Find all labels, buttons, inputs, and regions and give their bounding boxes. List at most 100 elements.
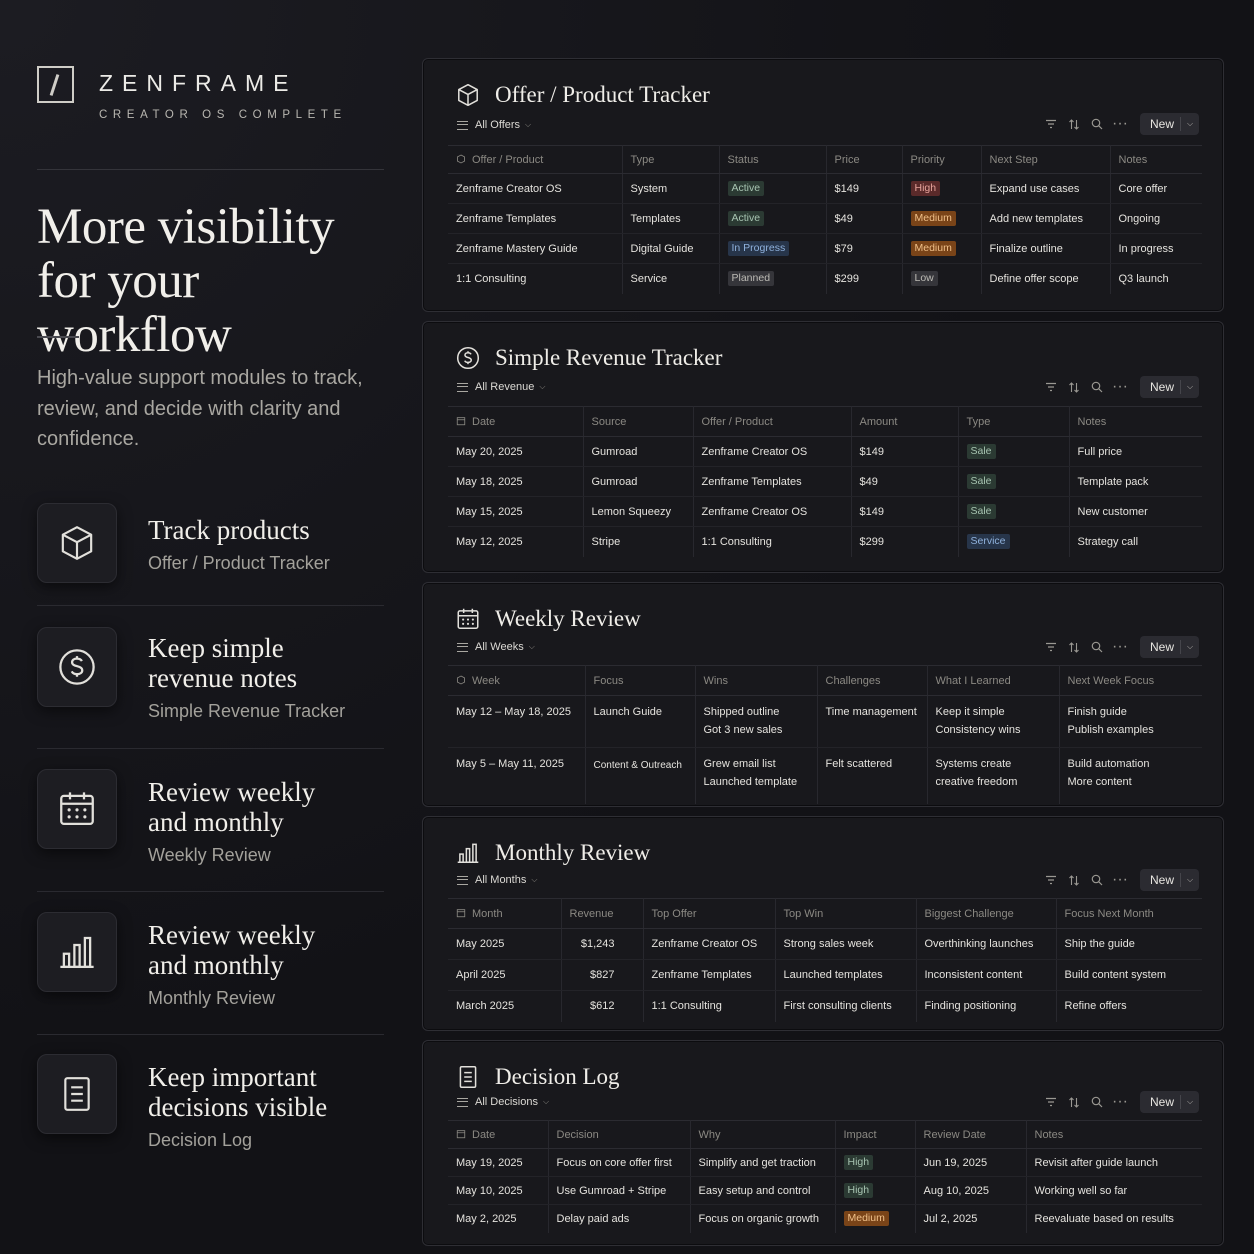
sort-icon[interactable] [1063, 636, 1085, 658]
filter-icon[interactable] [1040, 636, 1062, 658]
feature-subtitle: Monthly Review [148, 988, 276, 1008]
table-row[interactable]: May 5 – May 11, 2025 Content & Outreach … [448, 747, 1202, 804]
column-header[interactable]: Top Win [775, 898, 917, 929]
divider [37, 748, 384, 749]
headline-line-1: More visibility [37, 199, 335, 255]
table-row[interactable]: May 19, 2025 Focus on core offer first Sim… [448, 1148, 1202, 1177]
new-button[interactable]: New ⌵ [1140, 113, 1199, 135]
sort-icon[interactable] [1063, 1091, 1085, 1113]
table-row[interactable]: May 18, 2025 Gumroad Zenframe Templates $49… [448, 466, 1202, 497]
column-header[interactable]: Challenges [817, 665, 928, 696]
search-icon[interactable] [1086, 1091, 1108, 1113]
column-header[interactable]: Revenue [561, 898, 644, 929]
new-button[interactable]: New ⌵ [1140, 869, 1199, 891]
chevron-down-icon[interactable]: ⌵ [1181, 119, 1199, 129]
new-button[interactable]: New ⌵ [1140, 376, 1199, 398]
column-header[interactable]: Biggest Challenge [916, 898, 1057, 929]
chevron-down-icon[interactable]: ⌵ [1181, 642, 1199, 652]
view-selector[interactable]: All Weeks ⌵ [457, 638, 535, 656]
column-header[interactable]: Type [622, 145, 720, 174]
table-row[interactable]: Zenframe Creator OS System Active $149 Hi… [448, 173, 1202, 204]
column-header[interactable]: Wins [695, 665, 818, 696]
table-row[interactable]: May 12, 2025 Stripe 1:1 Consulting $299 Ser… [448, 526, 1202, 557]
more-icon[interactable]: ··· [1109, 1091, 1131, 1113]
feature-weekly-review: Review weekly and monthly Weekly Review [37, 769, 384, 869]
impact-badge: High [843, 1183, 874, 1198]
column-header[interactable]: Focus [585, 665, 696, 696]
weekly-review-panel: Weekly Review All Weeks ⌵ ··· New ⌵ Week F… [422, 582, 1224, 807]
column-header[interactable]: Top Offer [643, 898, 776, 929]
weekly-table: Week Focus Wins Challenges What I Learne… [448, 665, 1202, 804]
table-row[interactable]: May 12 – May 18, 2025 Launch Guide Shipp… [448, 695, 1202, 748]
more-icon[interactable]: ··· [1109, 869, 1131, 891]
column-header[interactable]: Price [826, 145, 903, 174]
table-row[interactable]: May 10, 2025 Use Gumroad + Stripe Easy set… [448, 1176, 1202, 1205]
offers-table: Offer / Product Type Status Price Priori… [448, 145, 1202, 294]
new-button[interactable]: New ⌵ [1140, 636, 1199, 658]
table-row[interactable]: May 2, 2025 Delay paid ads Focus on organi… [448, 1204, 1202, 1233]
list-icon [457, 875, 468, 885]
column-header[interactable]: Month [448, 898, 562, 929]
view-selector[interactable]: All Months ⌵ [457, 871, 537, 889]
new-button[interactable]: New ⌵ [1140, 1091, 1199, 1113]
view-selector[interactable]: All Decisions ⌵ [457, 1093, 549, 1111]
column-header[interactable]: Priority [902, 145, 982, 174]
type-badge: Sale [966, 504, 996, 519]
sort-icon[interactable] [1063, 113, 1085, 135]
column-header[interactable]: Next Step [981, 145, 1111, 174]
divider [37, 891, 384, 892]
table-row[interactable]: April 2025 $827 Zenframe Templates Launched… [448, 959, 1202, 991]
column-header[interactable]: Focus Next Month [1056, 898, 1202, 929]
type-badge: Sale [966, 444, 996, 459]
filter-icon[interactable] [1040, 113, 1062, 135]
filter-icon[interactable] [1040, 869, 1062, 891]
sort-icon[interactable] [1063, 376, 1085, 398]
column-header[interactable]: Date [448, 1120, 549, 1149]
search-icon[interactable] [1086, 113, 1108, 135]
view-selector[interactable]: All Offers ⌵ [457, 116, 531, 134]
more-icon[interactable]: ··· [1109, 376, 1131, 398]
chevron-down-icon[interactable]: ⌵ [1181, 382, 1199, 392]
search-icon[interactable] [1086, 869, 1108, 891]
column-header[interactable]: Why [690, 1120, 836, 1149]
column-header[interactable]: What I Learned [927, 665, 1060, 696]
table-row[interactable]: May 2025 $1,243 Zenframe Creator OS Strong … [448, 928, 1202, 960]
column-header[interactable]: Type [958, 406, 1070, 437]
more-icon[interactable]: ··· [1109, 636, 1131, 658]
sort-icon[interactable] [1063, 869, 1085, 891]
list-icon [457, 382, 468, 392]
column-header[interactable]: Review Date [915, 1120, 1027, 1149]
column-header[interactable]: Offer / Product [693, 406, 852, 437]
column-header[interactable]: Date [448, 406, 584, 437]
chevron-down-icon: ⌵ [528, 642, 535, 651]
column-header[interactable]: Decision [548, 1120, 691, 1149]
column-header[interactable]: Notes [1026, 1120, 1202, 1149]
feature-title: Track products [148, 515, 310, 545]
more-icon[interactable]: ··· [1109, 113, 1131, 135]
column-header[interactable]: Source [583, 406, 694, 437]
column-header[interactable]: Notes [1069, 406, 1202, 437]
table-row[interactable]: Zenframe Mastery Guide Digital Guide In P… [448, 233, 1202, 264]
search-icon[interactable] [1086, 376, 1108, 398]
view-selector[interactable]: All Revenue ⌵ [457, 378, 545, 396]
panel-toolbar: ··· New ⌵ [1039, 635, 1199, 659]
filter-icon[interactable] [1040, 1091, 1062, 1113]
column-header[interactable]: Next Week Focus [1059, 665, 1202, 696]
table-row[interactable]: May 20, 2025 Gumroad Zenframe Creator OS $1… [448, 436, 1202, 467]
filter-icon[interactable] [1040, 376, 1062, 398]
column-header[interactable]: Notes [1110, 145, 1202, 174]
chevron-down-icon[interactable]: ⌵ [1181, 1097, 1199, 1107]
table-row[interactable]: 1:1 Consulting Service Planned $299 Low D… [448, 263, 1202, 294]
column-header[interactable]: Week [448, 665, 586, 696]
table-row[interactable]: Zenframe Templates Templates Active $49 M… [448, 203, 1202, 234]
search-icon[interactable] [1086, 636, 1108, 658]
divider [37, 605, 384, 606]
column-header[interactable]: Impact [835, 1120, 916, 1149]
table-row[interactable]: March 2025 $612 1:1 Consulting First consul… [448, 990, 1202, 1022]
column-header[interactable]: Offer / Product [448, 145, 623, 174]
table-row[interactable]: May 15, 2025 Lemon Squeezy Zenframe Creato… [448, 496, 1202, 527]
chevron-down-icon[interactable]: ⌵ [1181, 875, 1199, 885]
brand-subtitle: CREATOR OS COMPLETE [99, 109, 347, 121]
column-header[interactable]: Amount [851, 406, 959, 437]
column-header[interactable]: Status [719, 145, 827, 174]
